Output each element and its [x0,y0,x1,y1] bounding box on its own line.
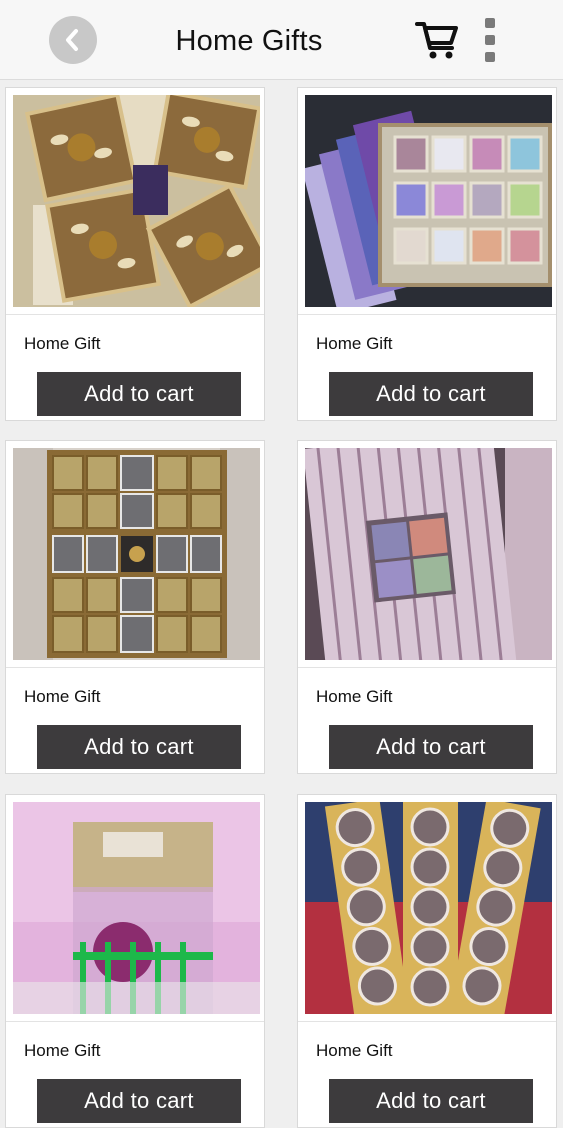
cart-button[interactable] [414,18,460,62]
product-image[interactable] [13,95,260,307]
divider [298,314,556,315]
product-name: Home Gift [24,687,101,706]
divider [6,667,264,668]
divider [6,314,264,315]
product-image[interactable] [13,802,260,1014]
add-to-cart-button[interactable]: Add to cart [37,372,241,416]
product-name: Home Gift [24,1041,101,1060]
product-name: Home Gift [316,687,393,706]
product-name: Home Gift [316,334,393,353]
menu-dot [485,18,495,28]
app-header: Home Gifts [0,0,563,80]
product-card[interactable]: Home Gift Add to cart [5,794,265,1128]
add-to-cart-button[interactable]: Add to cart [329,725,533,769]
product-card[interactable]: Home Gift Add to cart [5,440,265,774]
shopping-cart-icon [415,22,458,59]
add-to-cart-button[interactable]: Add to cart [329,1079,533,1123]
product-image[interactable] [305,95,552,307]
product-image[interactable] [305,448,552,660]
add-to-cart-button[interactable]: Add to cart [37,1079,241,1123]
menu-dot [485,35,495,45]
product-card[interactable]: Home Gift Add to cart [297,440,557,774]
add-to-cart-button[interactable]: Add to cart [37,725,241,769]
divider [298,667,556,668]
product-name: Home Gift [24,334,101,353]
divider [6,1021,264,1022]
add-to-cart-button[interactable]: Add to cart [329,372,533,416]
product-card[interactable]: Home Gift Add to cart [297,794,557,1128]
more-menu-button[interactable] [480,18,500,62]
product-image[interactable] [13,448,260,660]
product-card[interactable]: Home Gift Add to cart [297,87,557,421]
product-name: Home Gift [316,1041,393,1060]
menu-dot [485,52,495,62]
divider [298,1021,556,1022]
product-card[interactable]: Home Gift Add to cart [5,87,265,421]
page-title: Home Gifts [175,25,323,57]
product-image[interactable] [305,802,552,1014]
